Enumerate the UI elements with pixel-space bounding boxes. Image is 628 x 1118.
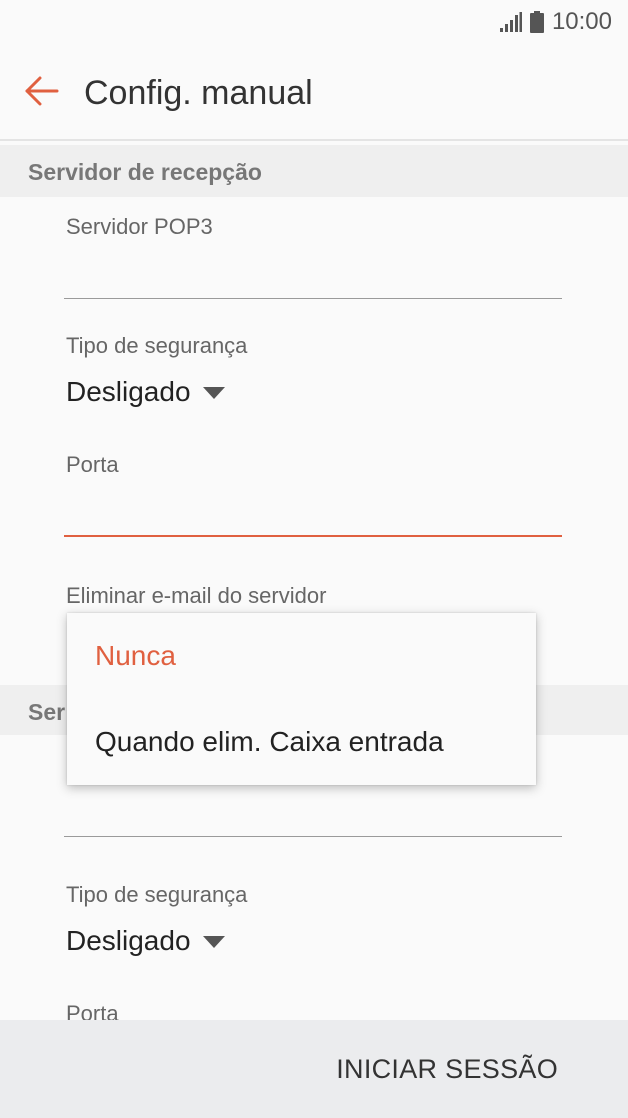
- pop3-server-label: Servidor POP3: [66, 214, 213, 239]
- security-type-dropdown[interactable]: Desligado: [66, 376, 225, 408]
- outgoing-security-type-label: Tipo de segurança: [66, 882, 248, 907]
- port-underline-focused: [64, 535, 562, 537]
- port-input[interactable]: [64, 486, 562, 536]
- section-title-outgoing: Ser: [28, 699, 66, 725]
- popup-option-label: Quando elim. Caixa entrada: [95, 726, 444, 757]
- popup-option-never[interactable]: Nunca: [67, 613, 536, 699]
- smtp-server-underline: [64, 836, 562, 837]
- port-label: Porta: [66, 452, 119, 477]
- section-title-incoming: Servidor de recepção: [28, 159, 262, 185]
- arrow-left-icon: [25, 76, 59, 111]
- status-icons: 10:00: [499, 8, 612, 36]
- security-type-label: Tipo de segurança: [66, 333, 248, 358]
- app-bar: Config. manual: [0, 44, 628, 140]
- delete-email-popup-menu: Nunca Quando elim. Caixa entrada: [67, 613, 536, 785]
- outgoing-security-type-value: Desligado: [66, 925, 191, 956]
- battery-icon: [529, 11, 544, 33]
- section-header-incoming: Servidor de recepção: [0, 145, 628, 197]
- pop3-server-underline: [64, 298, 562, 299]
- popup-option-when-deleted-inbox[interactable]: Quando elim. Caixa entrada: [67, 699, 536, 785]
- outgoing-security-type-dropdown[interactable]: Desligado: [66, 925, 225, 957]
- app-bar-divider: [0, 139, 628, 141]
- signal-icon: [499, 12, 522, 32]
- delete-email-label: Eliminar e-mail do servidor: [66, 583, 327, 608]
- sign-in-button[interactable]: INICIAR SESSÃO: [336, 1054, 558, 1085]
- back-button[interactable]: [18, 72, 66, 114]
- triangle-down-icon: [202, 936, 225, 948]
- page-title: Config. manual: [84, 74, 313, 112]
- popup-option-label: Nunca: [95, 640, 176, 671]
- triangle-down-icon: [202, 387, 225, 399]
- bottom-bar: INICIAR SESSÃO: [0, 1020, 628, 1118]
- status-bar: 10:00: [0, 0, 628, 44]
- security-type-value: Desligado: [66, 376, 191, 407]
- pop3-server-input[interactable]: [64, 248, 562, 298]
- status-time: 10:00: [551, 8, 612, 35]
